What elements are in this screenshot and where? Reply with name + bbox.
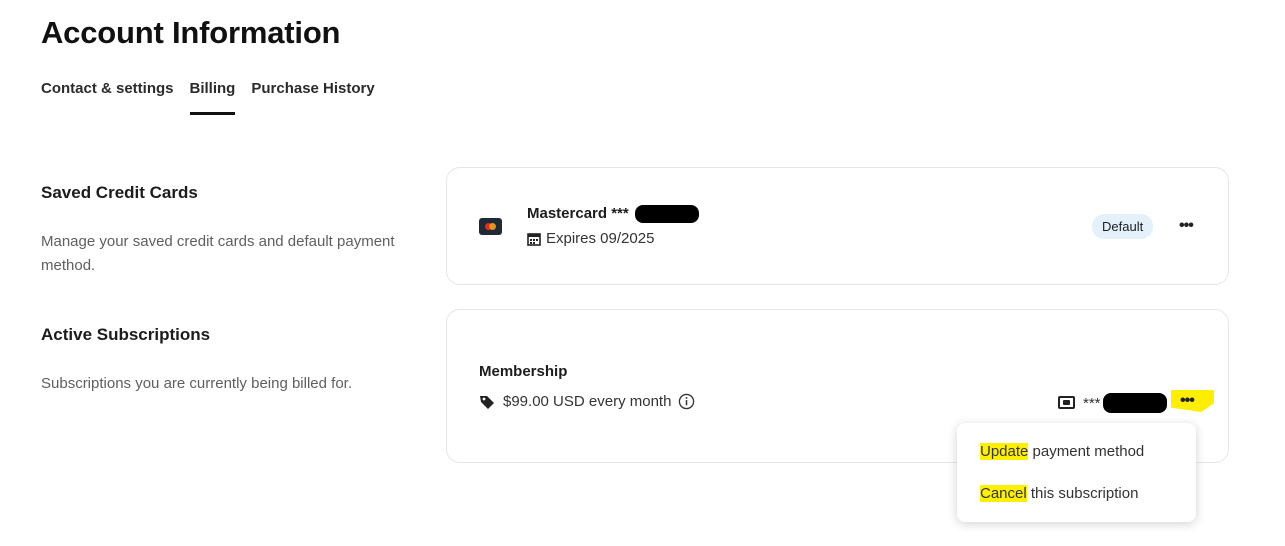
tab-billing[interactable]: Billing bbox=[189, 80, 235, 115]
subscription-payment-method: *** bbox=[1083, 393, 1167, 413]
redaction-mark bbox=[1102, 393, 1167, 413]
update-payment-method-item[interactable]: Update payment method bbox=[980, 443, 1144, 460]
mastercard-icon bbox=[479, 218, 502, 235]
subscription-name: Membership bbox=[479, 363, 568, 380]
subscription-more-options-button[interactable]: ••• bbox=[1180, 393, 1195, 409]
card-expiry: Expires 09/2025 bbox=[527, 230, 654, 247]
tab-contact-settings[interactable]: Contact & settings bbox=[41, 80, 174, 115]
redaction-mark bbox=[634, 205, 699, 224]
payment-card-icon bbox=[1058, 396, 1075, 409]
tab-bar: Contact & settings Billing Purchase Hist… bbox=[41, 80, 391, 115]
subscriptions-description: Subscriptions you are currently being bi… bbox=[41, 375, 353, 392]
info-icon[interactable] bbox=[678, 393, 695, 410]
subscriptions-title: Active Subscriptions bbox=[41, 325, 211, 344]
saved-cards-description: Manage your saved credit cards and defau… bbox=[41, 233, 395, 274]
price-tag-icon bbox=[480, 395, 494, 409]
subscription-price: $99.00 USD every month bbox=[479, 393, 695, 410]
cancel-subscription-item[interactable]: Cancel this subscription bbox=[980, 485, 1138, 502]
card-name: Mastercard *** bbox=[527, 205, 699, 224]
page-title: Account Information bbox=[41, 15, 341, 50]
saved-cards-title: Saved Credit Cards bbox=[41, 183, 198, 202]
saved-card-panel: Mastercard *** Expires 09/2025 Default •… bbox=[446, 167, 1229, 285]
default-badge: Default bbox=[1092, 214, 1154, 239]
tab-purchase-history[interactable]: Purchase History bbox=[251, 80, 374, 115]
card-more-options-button[interactable]: ••• bbox=[1179, 218, 1194, 234]
calendar-icon bbox=[527, 232, 541, 246]
subscription-options-menu: Update payment method Cancel this subscr… bbox=[957, 423, 1196, 522]
